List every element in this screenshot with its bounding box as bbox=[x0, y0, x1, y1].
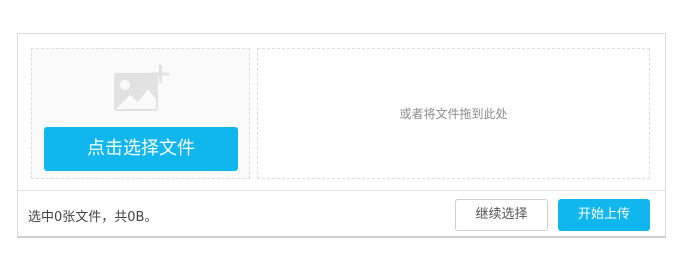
start-upload-button[interactable]: 开始上传 bbox=[558, 199, 650, 231]
uploader-body: 点击选择文件 或者将文件拖到此处 bbox=[18, 34, 665, 191]
file-pick-panel[interactable]: 点击选择文件 bbox=[31, 48, 250, 179]
upload-status-text: 选中0张文件，共0B。 bbox=[28, 210, 158, 225]
drop-hint-text: 或者将文件拖到此处 bbox=[399, 107, 508, 121]
drop-zone[interactable]: 或者将文件拖到此处 bbox=[257, 48, 650, 179]
pick-file-button[interactable]: 点击选择文件 bbox=[44, 127, 238, 171]
continue-select-button[interactable]: 继续选择 bbox=[455, 199, 548, 231]
uploader-footer: 选中0张文件，共0B。 继续选择 开始上传 bbox=[18, 191, 665, 237]
image-uploader: 点击选择文件 或者将文件拖到此处 选中0张文件，共0B。 继续选择 开始上传 bbox=[17, 33, 666, 238]
image-add-icon bbox=[114, 65, 169, 111]
